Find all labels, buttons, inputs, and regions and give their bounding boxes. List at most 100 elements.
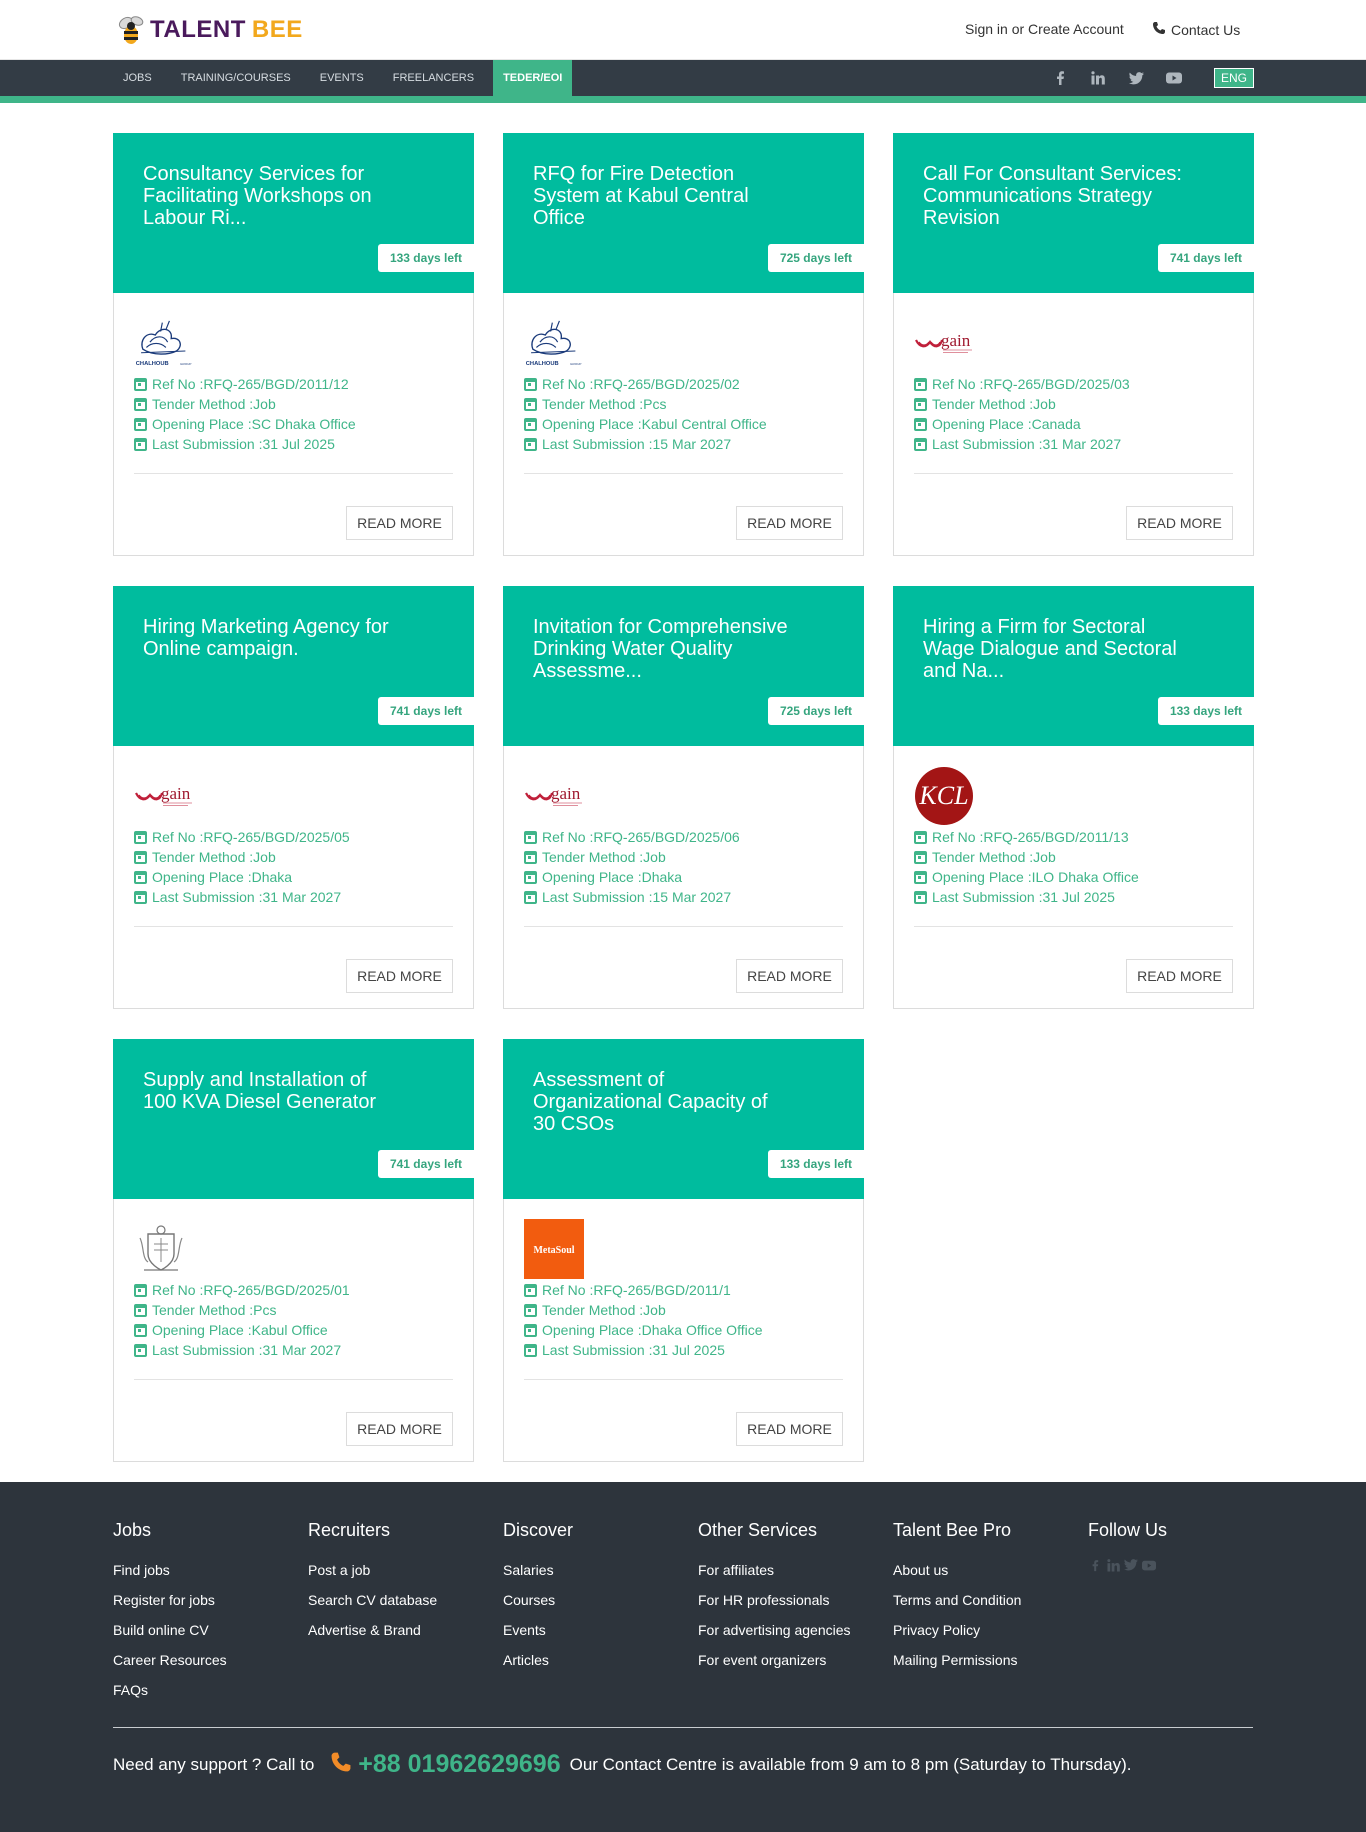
footer-link[interactable]: Privacy Policy	[893, 1620, 1021, 1650]
calendar-icon	[134, 397, 147, 411]
card-title[interactable]: Hiring a Firm for Sectoral Wage Dialogue…	[923, 616, 1183, 684]
read-more-button[interactable]: READ MORE	[1126, 506, 1233, 540]
footer-link[interactable]: Find jobs	[113, 1560, 227, 1590]
footer-link[interactable]: Courses	[503, 1590, 573, 1620]
footer-link[interactable]: Search CV database	[308, 1590, 437, 1620]
footer-link[interactable]: For advertising agencies	[698, 1620, 851, 1650]
footer-link[interactable]: About us	[893, 1560, 1021, 1590]
twitter-icon[interactable]	[1126, 68, 1146, 88]
tender-card: Supply and Installation of 100 KVA Diese…	[113, 1039, 474, 1462]
method-value: Job	[1033, 849, 1056, 865]
card-title[interactable]: Consultancy Services for Facilitating Wo…	[143, 163, 403, 231]
ref-value: RFQ-265/BGD/2025/06	[593, 829, 740, 845]
card-header[interactable]: Hiring a Firm for Sectoral Wage Dialogue…	[893, 586, 1254, 746]
nav-item-training-courses[interactable]: TRAINING/COURSES	[171, 60, 301, 96]
read-more-button[interactable]: READ MORE	[346, 959, 453, 993]
place-value: ILO Dhaka Office	[1031, 869, 1139, 885]
days-left-badge: 133 days left	[767, 1150, 864, 1178]
card-title[interactable]: Hiring Marketing Agency for Online campa…	[143, 616, 403, 684]
calendar-icon	[134, 890, 147, 904]
phone-icon	[1152, 21, 1166, 38]
last-submission-row: Last Submission : 15 Mar 2027	[524, 887, 740, 907]
footer-link[interactable]: Events	[503, 1620, 573, 1650]
read-more-button[interactable]: READ MORE	[736, 506, 843, 540]
footer-link[interactable]: FAQs	[113, 1680, 227, 1710]
submission-value: 31 Mar 2027	[262, 889, 342, 905]
place-label: Opening Place :	[542, 1322, 642, 1338]
read-more-button[interactable]: READ MORE	[346, 1412, 453, 1446]
method-label: Tender Method :	[932, 396, 1034, 412]
tender-method-row: Tender Method : Job	[524, 847, 740, 867]
card-title[interactable]: Call For Consultant Services: Communicat…	[923, 163, 1183, 231]
card-header[interactable]: RFQ for Fire Detection System at Kabul C…	[503, 133, 864, 293]
nav-item-jobs[interactable]: JOBS	[113, 60, 162, 96]
footer-link[interactable]: Career Resources	[113, 1650, 227, 1680]
footer-link[interactable]: Advertise & Brand	[308, 1620, 437, 1650]
footer-link[interactable]: For affiliates	[698, 1560, 851, 1590]
read-more-button[interactable]: READ MORE	[736, 1412, 843, 1446]
footer-link[interactable]: For event organizers	[698, 1650, 851, 1680]
footer-link[interactable]: For HR professionals	[698, 1590, 851, 1620]
card-header[interactable]: Call For Consultant Services: Communicat…	[893, 133, 1254, 293]
card-header[interactable]: Supply and Installation of 100 KVA Diese…	[113, 1039, 474, 1199]
footer-link[interactable]: Terms and Condition	[893, 1590, 1021, 1620]
read-more-button[interactable]: READ MORE	[346, 506, 453, 540]
read-more-button[interactable]: READ MORE	[736, 959, 843, 993]
company-logo: gain	[524, 766, 586, 826]
youtube-icon[interactable]	[1164, 68, 1184, 88]
footer-link[interactable]: Salaries	[503, 1560, 573, 1590]
card-divider	[914, 926, 1233, 927]
opening-place-row: Opening Place : SC Dhaka Office	[134, 414, 356, 434]
support-hours: Our Contact Centre is available from 9 a…	[569, 1754, 1132, 1774]
nav-item-events[interactable]: EVENTS	[310, 60, 374, 96]
card-header[interactable]: Invitation for Comprehensive Drinking Wa…	[503, 586, 864, 746]
card-divider	[524, 926, 843, 927]
svg-text:gain: gain	[941, 331, 971, 350]
footer-column-recruiters: Recruiters Post a job Search CV database Ad…	[308, 1520, 437, 1650]
calendar-icon	[134, 1283, 147, 1297]
nav-item-teder-eoi[interactable]: TEDER/EOI	[493, 60, 573, 96]
linkedin-icon[interactable]	[1106, 1558, 1120, 1572]
contact-us-link[interactable]: Contact Us	[1152, 21, 1240, 38]
place-label: Opening Place :	[542, 416, 642, 432]
card-title[interactable]: Assessment of Organizational Capacity of…	[533, 1069, 793, 1137]
tender-details: Ref No : RFQ-265/BGD/2011/1 Tender Method…	[524, 1280, 763, 1360]
tender-card: Call For Consultant Services: Communicat…	[893, 133, 1254, 556]
place-value: Kabul Office	[251, 1322, 328, 1338]
method-value: Job	[253, 849, 276, 865]
card-header[interactable]: Assessment of Organizational Capacity of…	[503, 1039, 864, 1199]
nav-item-freelancers[interactable]: FREELANCERS	[383, 60, 484, 96]
read-more-button[interactable]: READ MORE	[1126, 959, 1233, 993]
twitter-icon[interactable]	[1124, 1558, 1138, 1572]
card-title[interactable]: Supply and Installation of 100 KVA Diese…	[143, 1069, 403, 1137]
linkedin-icon[interactable]	[1088, 68, 1108, 88]
language-selector[interactable]: ENG	[1214, 68, 1254, 88]
ref-value: RFQ-265/BGD/2025/02	[593, 376, 740, 392]
support-phone-number[interactable]: +88 01962629696	[358, 1750, 560, 1779]
site-logo[interactable]: TALENT BEE	[117, 10, 303, 50]
calendar-icon	[524, 1323, 537, 1337]
sign-in-link[interactable]: Sign in	[965, 21, 1008, 37]
create-account-link[interactable]: Create Account	[1028, 21, 1124, 37]
footer-link[interactable]: Mailing Permissions	[893, 1650, 1021, 1680]
card-header[interactable]: Consultancy Services for Facilitating Wo…	[113, 133, 474, 293]
footer-link[interactable]: Register for jobs	[113, 1590, 227, 1620]
footer-link[interactable]: Articles	[503, 1650, 573, 1680]
ref-value: RFQ-265/BGD/2025/05	[203, 829, 350, 845]
facebook-icon[interactable]	[1050, 68, 1070, 88]
days-left-badge: 725 days left	[767, 697, 864, 725]
footer-column-talent-bee-pro: Talent Bee Pro About us Terms and Conditio…	[893, 1520, 1021, 1680]
calendar-icon	[524, 1343, 537, 1357]
footer-link[interactable]: Post a job	[308, 1560, 437, 1590]
top-header: TALENT BEE Sign in or Create Account Con…	[0, 0, 1366, 60]
card-title[interactable]: RFQ for Fire Detection System at Kabul C…	[533, 163, 793, 231]
ref-no-row: Ref No : RFQ-265/BGD/2025/03	[914, 374, 1130, 394]
youtube-icon[interactable]	[1142, 1558, 1156, 1572]
method-label: Tender Method :	[542, 1302, 644, 1318]
footer-link[interactable]: Build online CV	[113, 1620, 227, 1650]
card-title[interactable]: Invitation for Comprehensive Drinking Wa…	[533, 616, 793, 684]
ref-no-row: Ref No : RFQ-265/BGD/2011/12	[134, 374, 356, 394]
card-header[interactable]: Hiring Marketing Agency for Online campa…	[113, 586, 474, 746]
facebook-icon[interactable]	[1088, 1558, 1102, 1572]
ref-label: Ref No :	[152, 376, 204, 392]
